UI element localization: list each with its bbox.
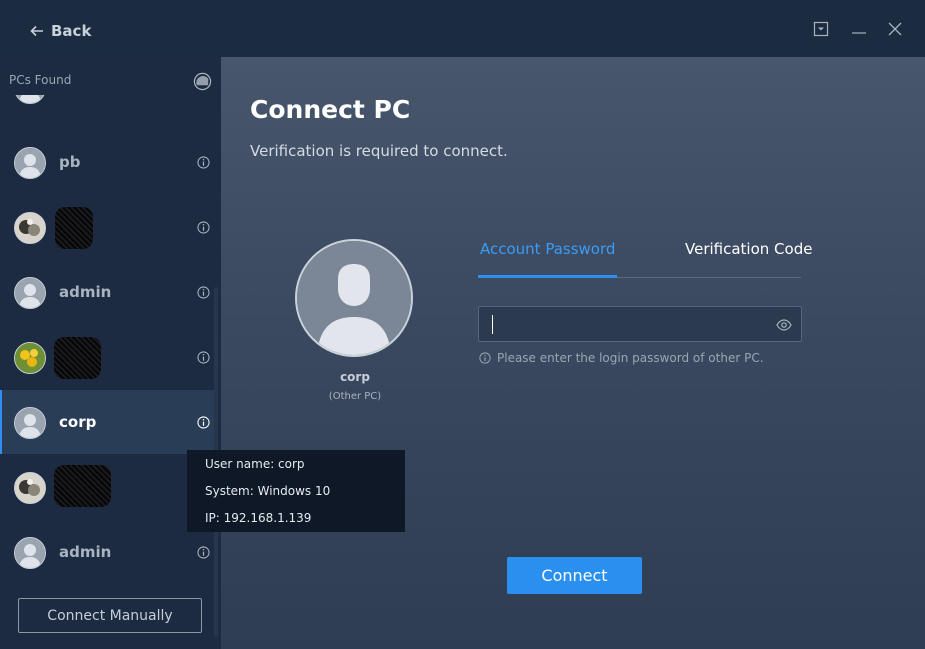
user-icon <box>15 408 45 438</box>
list-item[interactable] <box>0 325 214 389</box>
list-item[interactable] <box>0 95 214 119</box>
hint-text: Please enter the login password of other… <box>497 351 764 365</box>
target-pc-name: corp <box>340 370 370 384</box>
page-subtitle: Verification is required to connect. <box>250 142 508 160</box>
user-icon <box>15 95 45 103</box>
pc-list-sidebar: PCs Found pb admin corp admin Connect Ma… <box>0 57 221 649</box>
tooltip-system: System: Windows 10 <box>205 484 331 498</box>
title-bar: Back <box>0 0 925 57</box>
password-hint: Please enter the login password of other… <box>479 351 764 365</box>
list-item[interactable]: pb <box>0 130 214 194</box>
password-input[interactable] <box>478 306 802 342</box>
list-item[interactable] <box>0 195 214 259</box>
avatar <box>14 147 46 179</box>
user-icon <box>15 278 45 308</box>
pc-name: pb <box>59 153 81 171</box>
info-icon[interactable] <box>197 155 210 169</box>
avatar <box>14 277 46 309</box>
tab-account-password[interactable]: Account Password <box>480 240 615 258</box>
avatar-photo <box>14 212 46 244</box>
info-icon[interactable] <box>197 350 210 364</box>
page-title: Connect PC <box>250 95 411 124</box>
close-button[interactable] <box>886 20 904 38</box>
minimize-button[interactable] <box>850 20 868 38</box>
avatar <box>14 537 46 569</box>
info-icon[interactable] <box>197 285 210 299</box>
list-item[interactable]: admin <box>0 520 214 584</box>
sidebar-title: PCs Found <box>9 73 72 87</box>
tooltip-username: User name: corp <box>205 457 305 471</box>
list-item-selected[interactable]: corp <box>0 390 214 454</box>
list-item[interactable]: admin <box>0 260 214 324</box>
info-icon <box>479 352 491 364</box>
pc-info-tooltip: User name: corp System: Windows 10 IP: 1… <box>187 450 405 532</box>
pc-list: pb admin corp admin <box>0 95 214 635</box>
tooltip-ip: IP: 192.168.1.139 <box>205 511 312 525</box>
redacted-name <box>55 207 93 249</box>
pc-name: admin <box>59 543 112 561</box>
avatar <box>14 95 46 104</box>
info-icon[interactable] <box>197 220 210 234</box>
minimize-icon <box>852 32 866 34</box>
flower-avatar-icon <box>15 343 45 373</box>
avatar <box>14 407 46 439</box>
target-avatar <box>295 239 413 357</box>
dropdown-menu-button[interactable] <box>812 20 830 38</box>
active-tab-indicator <box>478 275 617 278</box>
close-icon <box>888 22 902 36</box>
info-icon[interactable] <box>197 415 210 429</box>
text-cursor <box>492 315 493 334</box>
eye-icon[interactable] <box>776 317 792 333</box>
pc-name: corp <box>59 413 97 431</box>
connect-manually-button[interactable]: Connect Manually <box>18 598 202 633</box>
info-icon[interactable] <box>197 545 210 559</box>
user-icon <box>15 148 45 178</box>
user-icon <box>297 241 411 355</box>
list-item[interactable] <box>0 455 214 519</box>
photo-avatar-icon <box>15 213 45 243</box>
connect-pc-panel: Connect PC Verification is required to c… <box>221 57 925 649</box>
avatar-photo <box>14 472 46 504</box>
photo-avatar-icon <box>15 473 45 503</box>
arrow-left-icon <box>30 25 43 37</box>
back-button[interactable]: Back <box>29 20 91 42</box>
redacted-name <box>54 465 111 507</box>
redacted-name <box>54 337 101 379</box>
avatar-photo <box>14 342 46 374</box>
refresh-icon[interactable] <box>193 72 212 91</box>
user-icon <box>15 538 45 568</box>
tab-verification-code[interactable]: Verification Code <box>685 240 812 258</box>
pc-name: admin <box>59 283 112 301</box>
target-pc-type: (Other PC) <box>328 391 382 402</box>
back-label: Back <box>51 22 92 40</box>
connect-button[interactable]: Connect <box>507 557 642 594</box>
dropdown-icon <box>813 21 829 37</box>
